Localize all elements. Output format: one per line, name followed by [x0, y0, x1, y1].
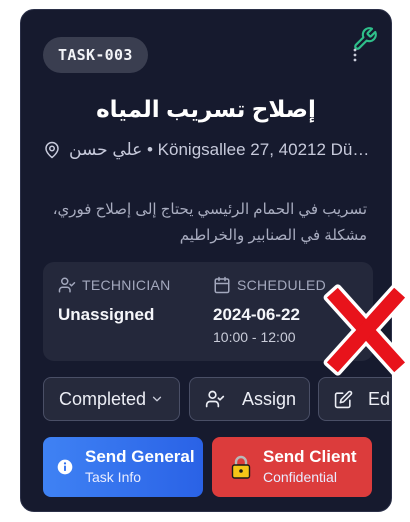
task-id-badge: TASK-003 [43, 37, 148, 73]
user-check-icon [58, 277, 76, 293]
calendar-icon [214, 276, 230, 294]
edit-button[interactable]: Edi [318, 377, 392, 421]
user-check-icon [205, 390, 225, 408]
task-title: إصلاح تسريب المياه [96, 96, 316, 122]
edit-icon [334, 390, 353, 408]
send-general-title: Send General [85, 447, 195, 466]
map-pin-icon [45, 141, 59, 159]
status-dropdown-label: Completed [59, 388, 147, 409]
chevron-down-icon [152, 396, 162, 402]
assign-button-label: Assign [242, 388, 297, 409]
send-general-text: Send General Task Info [85, 447, 195, 487]
address-text: علي حسن • Königsallee 27, 40212 Düs... [69, 140, 371, 159]
address-row: علي حسن • Königsallee 27, 40212 Düs... [43, 138, 371, 162]
task-description: تسريب في الحمام الرئيسي يحتاج إلى إصلاح … [43, 197, 367, 249]
technician-value: Unassigned [58, 305, 155, 324]
description-line: تسريب في الحمام الرئيسي يحتاج إلى إصلاح … [52, 201, 367, 218]
red-x-mark [323, 284, 409, 376]
task-card: TASK-003 إصلاح تسريب المياه علي حسن • Kö… [20, 9, 392, 512]
scheduled-section: SCHEDULED 2024-06-22 10:00 - 12:00 [213, 276, 326, 345]
technician-section: TECHNICIAN Unassigned [58, 276, 171, 325]
send-general-subtitle: Task Info [85, 469, 142, 485]
scheduled-date: 2024-06-22 [213, 305, 300, 324]
info-icon [57, 459, 73, 475]
technician-label: TECHNICIAN [82, 277, 171, 293]
edit-button-label: Edi [368, 388, 392, 409]
send-client-title: Send Client [263, 447, 357, 466]
kebab-menu-icon[interactable] [352, 48, 358, 62]
scheduled-label: SCHEDULED [237, 277, 327, 293]
scheduled-label-row: SCHEDULED [213, 276, 326, 294]
technician-label-row: TECHNICIAN [58, 276, 171, 294]
send-client-button[interactable]: Send Client Confidential [212, 437, 372, 497]
send-client-subtitle: Confidential [263, 469, 337, 485]
send-general-button[interactable]: Send General Task Info [43, 437, 203, 497]
description-line: مشكلة في الصنابير والخراطيم [179, 227, 367, 244]
assign-button[interactable]: Assign [189, 377, 310, 421]
lock-icon [231, 455, 251, 479]
scheduled-time: 10:00 - 12:00 [213, 329, 296, 345]
status-dropdown[interactable]: Completed [43, 377, 180, 421]
send-client-text: Send Client Confidential [263, 447, 357, 487]
